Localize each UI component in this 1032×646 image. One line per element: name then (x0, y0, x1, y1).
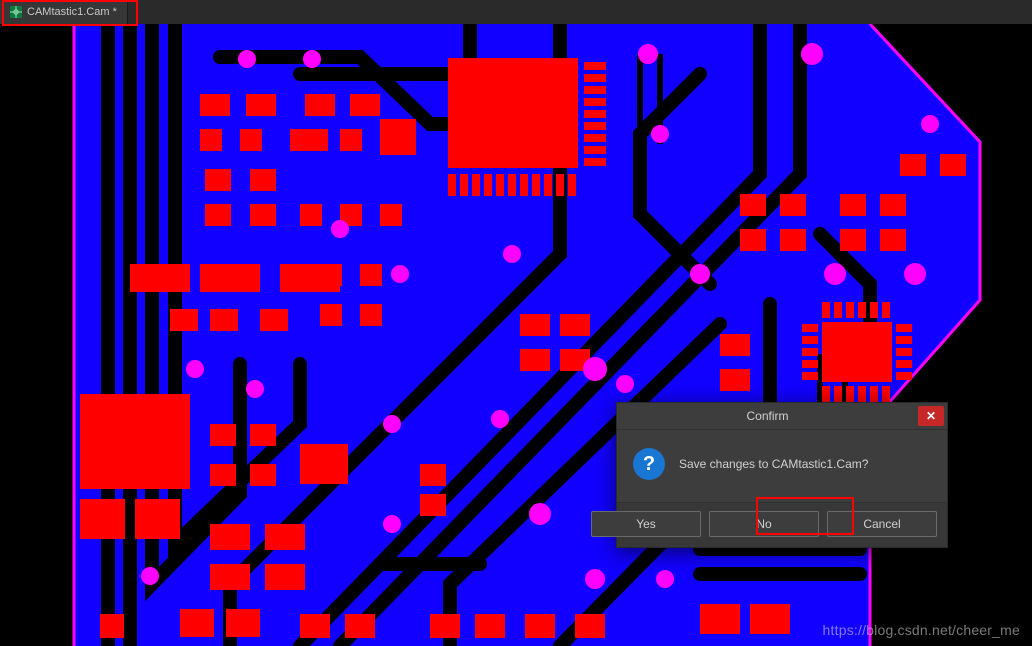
pcb-canvas[interactable] (0, 24, 1032, 646)
dialog-message: Save changes to CAMtastic1.Cam? (679, 457, 868, 471)
document-tab[interactable]: CAMtastic1.Cam * (0, 0, 128, 24)
dialog-title: Confirm (617, 409, 918, 423)
dialog-close-button[interactable]: ✕ (918, 406, 944, 426)
no-button[interactable]: No (709, 511, 819, 537)
document-tab-label: CAMtastic1.Cam * (27, 6, 117, 18)
close-icon: ✕ (926, 409, 936, 423)
cancel-button[interactable]: Cancel (827, 511, 937, 537)
yes-button[interactable]: Yes (591, 511, 701, 537)
confirm-dialog: Confirm ✕ ? Save changes to CAMtastic1.C… (616, 402, 948, 548)
tab-bar: CAMtastic1.Cam * (0, 0, 1032, 25)
dialog-titlebar[interactable]: Confirm ✕ (617, 403, 947, 430)
dialog-button-row: Yes No Cancel (617, 502, 947, 547)
dialog-body: ? Save changes to CAMtastic1.Cam? (617, 430, 947, 502)
question-icon: ? (633, 448, 665, 480)
cam-file-icon (10, 6, 22, 18)
